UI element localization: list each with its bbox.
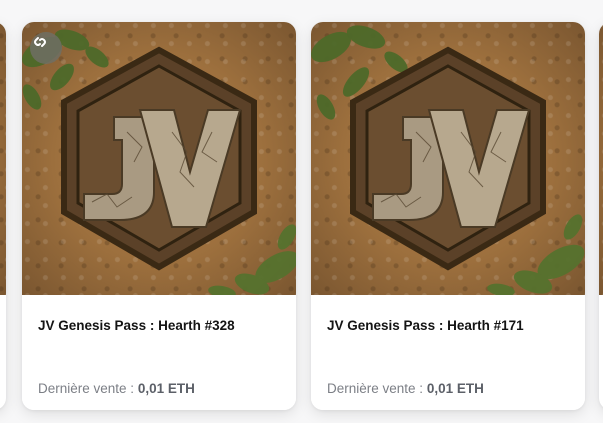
jv-logo-stone-hexagon-icon: [22, 29, 296, 295]
nft-info: JV Genesis Pass : Hearth #328 Dernière v…: [22, 295, 296, 410]
last-sale: Dernière vente : 0,01 ETH: [327, 381, 484, 396]
nft-image: [599, 22, 603, 295]
nft-card[interactable]: JV Genesis Pass : Hearth #328 Dernière v…: [22, 22, 296, 410]
nft-name[interactable]: JV Genesis Pass : Hearth #171: [327, 318, 524, 333]
nft-info: JV Genesis Pass : Hearth #171 Dernière v…: [311, 295, 585, 410]
last-sale-value: 0,01 ETH: [137, 381, 195, 396]
jv-logo-stone-hexagon-icon: [311, 25, 585, 295]
last-sale-label: Dernière vente :: [38, 381, 135, 396]
nft-card-partial-left[interactable]: [0, 22, 6, 410]
last-sale-label: Dernière vente :: [327, 381, 424, 396]
nft-card-partial-right[interactable]: [599, 22, 603, 410]
nft-name[interactable]: JV Genesis Pass : Hearth #328: [38, 318, 235, 333]
nft-image[interactable]: [22, 22, 296, 295]
nft-card[interactable]: JV Genesis Pass : Hearth #171 Dernière v…: [311, 22, 585, 410]
nft-image[interactable]: [311, 22, 585, 295]
nft-image: [0, 22, 6, 295]
nft-carousel: JV Genesis Pass : Hearth #328 Dernière v…: [0, 0, 603, 423]
last-sale-value: 0,01 ETH: [426, 381, 484, 396]
infinity-icon: [34, 37, 46, 47]
link-badge[interactable]: [30, 32, 62, 64]
last-sale: Dernière vente : 0,01 ETH: [38, 381, 195, 396]
